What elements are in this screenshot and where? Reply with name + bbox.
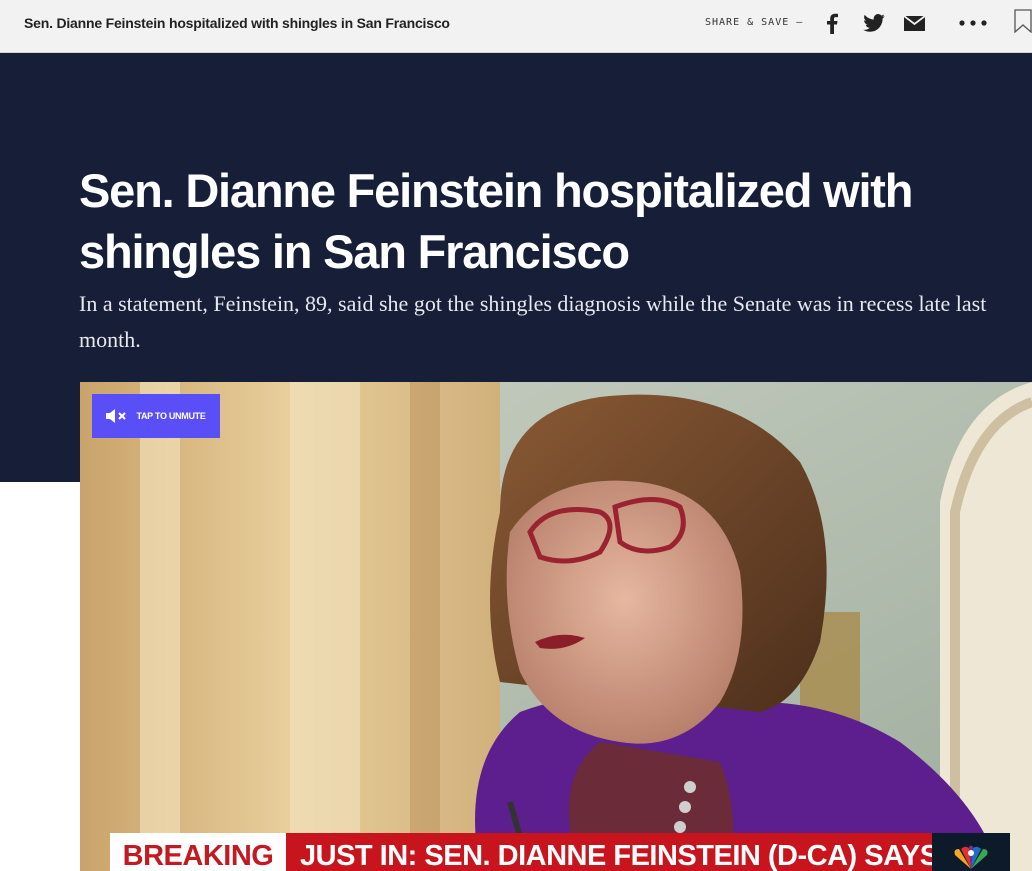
video-player[interactable]: TAP TO UNMUTE BREAKING JUST IN: SEN. DIA… xyxy=(80,382,1032,871)
more-icon[interactable] xyxy=(958,12,988,34)
ticker-text: JUST IN: SEN. DIANNE FEINSTEIN (D-CA) SA… xyxy=(286,833,1010,871)
article-headline: Sen. Dianne Feinstein hospitalized with … xyxy=(79,164,913,278)
share-save-label[interactable]: SHARE & SAVE — xyxy=(705,17,803,28)
breaking-label: BREAKING xyxy=(110,833,286,871)
mail-icon[interactable] xyxy=(902,12,926,34)
twitter-icon[interactable] xyxy=(862,12,886,34)
article-dek: In a statement, Feinstein, 89, said she … xyxy=(79,291,987,352)
sticky-header: Sen. Dianne Feinstein hospitalized with … xyxy=(0,0,1032,53)
unmute-label: TAP TO UNMUTE xyxy=(136,411,206,421)
tap-to-unmute-button[interactable]: TAP TO UNMUTE xyxy=(92,394,220,438)
facebook-icon[interactable] xyxy=(822,12,842,34)
header-title: Sen. Dianne Feinstein hospitalized with … xyxy=(24,15,450,31)
bookmark-icon[interactable] xyxy=(1014,9,1032,33)
video-frame-image xyxy=(80,382,1032,871)
breaking-news-ticker: BREAKING JUST IN: SEN. DIANNE FEINSTEIN … xyxy=(110,833,1010,871)
speaker-muted-icon xyxy=(106,409,127,423)
network-logo-icon xyxy=(932,833,1010,871)
